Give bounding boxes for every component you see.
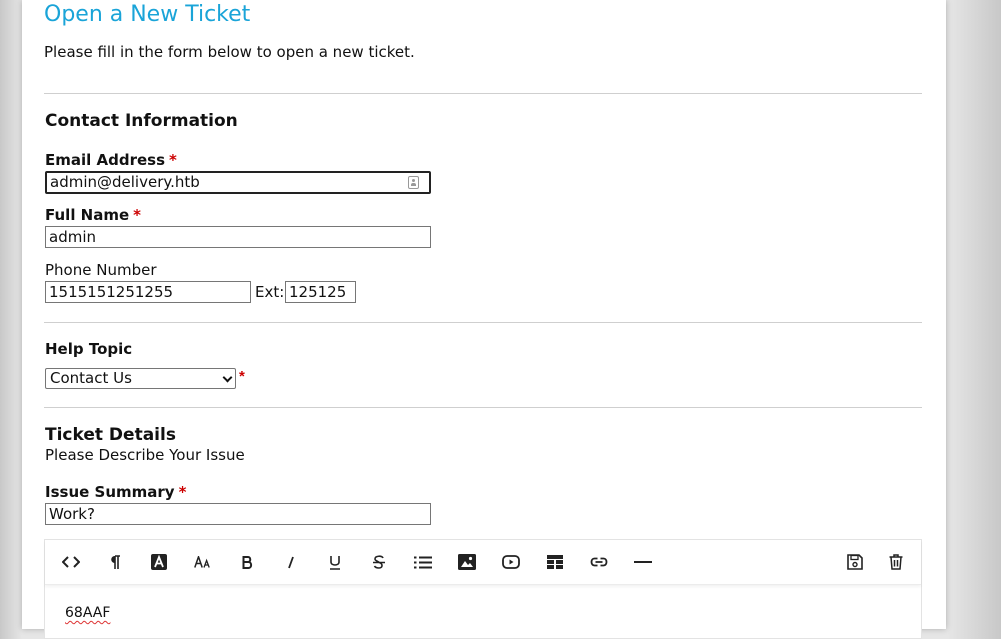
link-icon[interactable] — [588, 551, 610, 573]
email-label: Email Address * — [45, 151, 177, 169]
code-view-icon[interactable] — [60, 551, 82, 573]
phone-field[interactable]: 1515151251255 — [45, 281, 251, 303]
divider — [44, 407, 922, 408]
required-marker: * — [178, 483, 187, 501]
required-marker: * — [169, 151, 177, 169]
horizontal-rule-icon[interactable] — [632, 551, 654, 573]
editor-body-text[interactable]: 68AAF — [65, 605, 110, 621]
editor-toolbar — [45, 540, 921, 585]
chevron-down-icon — [222, 372, 233, 383]
help-topic-select[interactable]: Contact Us — [45, 368, 236, 389]
required-marker: * — [133, 206, 142, 224]
divider — [44, 93, 922, 94]
required-marker: * — [239, 368, 245, 385]
strikethrough-icon[interactable] — [368, 551, 390, 573]
page-title: Open a New Ticket — [44, 2, 251, 27]
ext-label: Ext: — [255, 283, 285, 301]
save-draft-icon[interactable] — [844, 551, 866, 573]
issue-summary-field[interactable]: Work? — [45, 503, 431, 525]
italic-icon[interactable] — [280, 551, 302, 573]
text-color-icon[interactable] — [148, 551, 170, 573]
image-icon[interactable] — [456, 551, 478, 573]
underline-icon[interactable] — [324, 551, 346, 573]
help-topic-heading: Help Topic — [45, 340, 133, 358]
contact-heading: Contact Information — [45, 111, 238, 131]
delete-draft-icon[interactable] — [885, 551, 907, 573]
phone-ext-field[interactable]: 125125 — [285, 281, 356, 303]
bold-icon[interactable] — [236, 551, 258, 573]
list-icon[interactable] — [412, 551, 434, 573]
message-editor: 68AAF — [44, 539, 922, 639]
page-intro: Please fill in the form below to open a … — [44, 43, 415, 61]
ticket-form-panel: Open a New Ticket Please fill in the for… — [22, 0, 946, 639]
font-size-icon[interactable] — [192, 551, 214, 573]
divider — [44, 322, 922, 323]
issue-summary-label: Issue Summary * — [45, 483, 187, 501]
phone-label: Phone Number — [45, 261, 157, 279]
full-name-field[interactable]: admin — [45, 226, 431, 248]
contact-card-icon[interactable] — [408, 176, 419, 189]
ticket-details-heading: Ticket Details — [45, 425, 176, 445]
email-field[interactable]: admin@delivery.htb — [45, 171, 431, 194]
full-name-label: Full Name * — [45, 206, 142, 224]
table-icon[interactable] — [544, 551, 566, 573]
ticket-details-subheading: Please Describe Your Issue — [45, 446, 245, 464]
video-icon[interactable] — [500, 551, 522, 573]
paragraph-icon[interactable] — [104, 551, 126, 573]
